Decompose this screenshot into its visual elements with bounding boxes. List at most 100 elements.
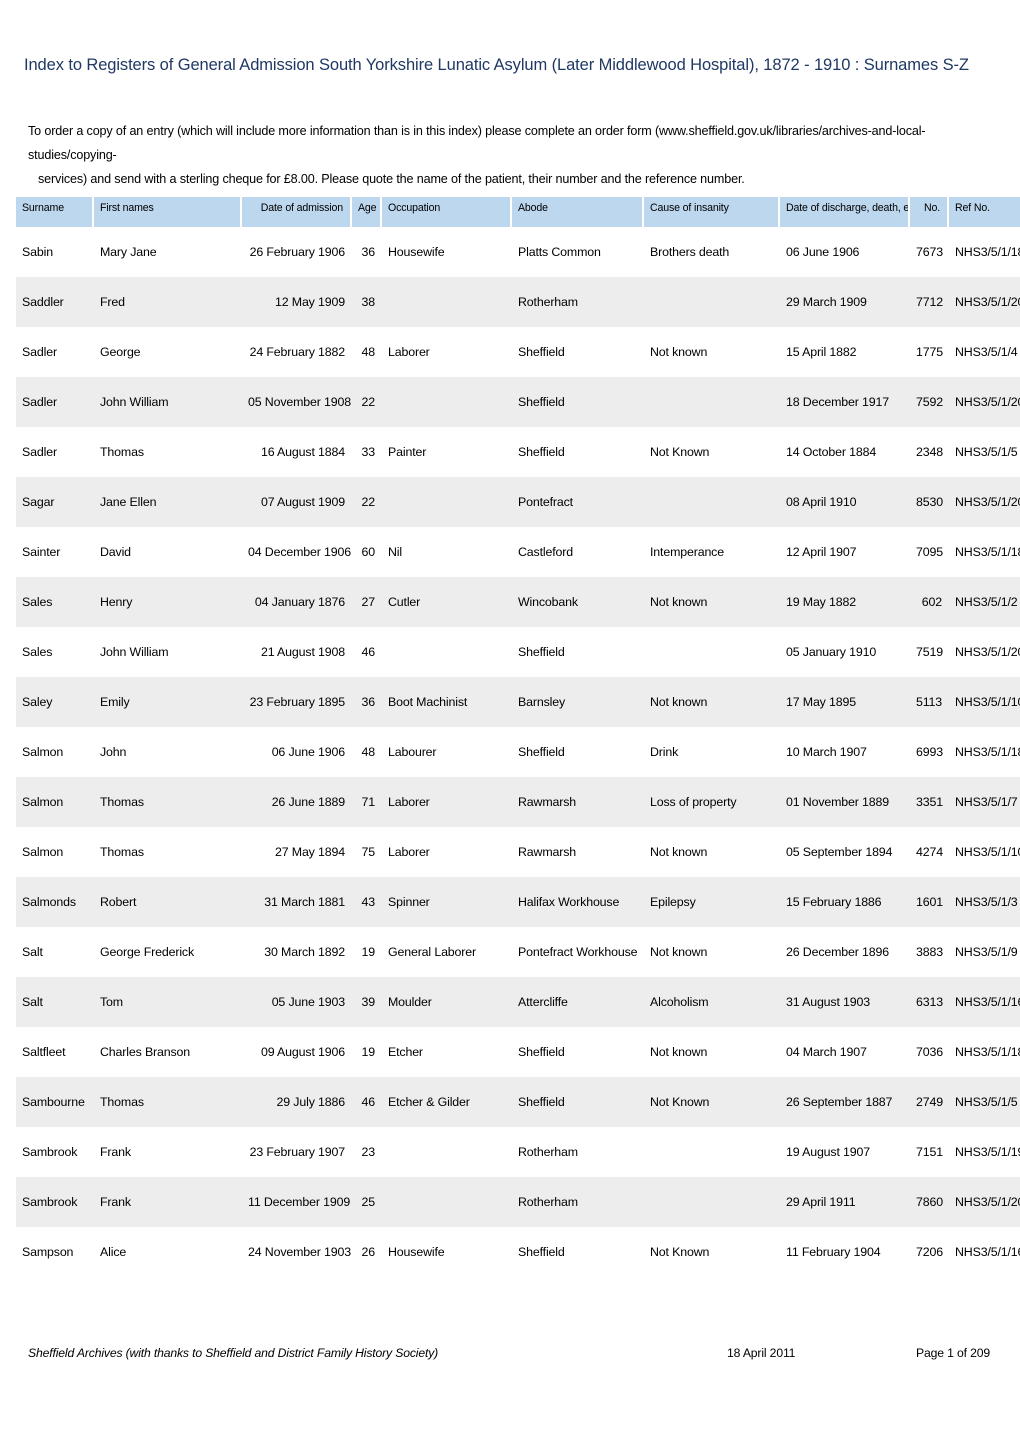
cell-surname: Sampson <box>22 1245 74 1259</box>
cell-abode: Halifax Workhouse <box>518 895 620 909</box>
cell-occ <box>382 627 512 677</box>
cell-surname: Salt <box>22 945 43 959</box>
cell-abode: Rotherham <box>518 1145 578 1159</box>
table-row: Sambourne Thomas 29 July 1886 46 Etcher & Gi… <box>16 1077 1020 1127</box>
table-row: Salmon John 06 June 1906 48 Labourer Sheffiel… <box>16 727 1020 777</box>
cell-no: 4274 <box>916 845 943 859</box>
cell-first: Charles Branson <box>100 1045 191 1059</box>
cell-cause: Alcoholism <box>650 995 709 1009</box>
cell-age: 71 <box>361 795 376 809</box>
cell-age: 46 <box>361 1095 376 1109</box>
cell-ref: NHS3/5/1/19 <box>955 1145 1020 1159</box>
cell-age: 26 <box>361 1245 376 1259</box>
cell-dateadm: 07 August 1909 <box>260 495 345 509</box>
cell-first: John William <box>100 645 169 659</box>
cell-first: Frank <box>100 1145 131 1159</box>
cell-dateadm: 29 July 1886 <box>276 1095 346 1109</box>
intro-paragraph: To order a copy of an entry (which will … <box>28 119 968 191</box>
cell-first: Tom <box>100 995 123 1009</box>
cell-ref: NHS3/5/1/5 <box>955 445 1018 459</box>
cell-datedis: 29 April 1911 <box>786 1195 856 1209</box>
column-header-age: Age <box>352 197 382 227</box>
column-header-cause-of-insanity: Cause of insanity <box>644 197 780 227</box>
cell-surname: Sagar <box>22 495 55 509</box>
cell-occ: Etcher <box>388 1045 423 1059</box>
cell-surname: Sambrook <box>22 1195 78 1209</box>
index-table: Surname First names Date of admission Ag… <box>16 197 1020 1277</box>
table-row: Saltfleet Charles Branson 09 August 1906 19… <box>16 1027 1020 1077</box>
cell-surname: Salmon <box>22 745 64 759</box>
cell-cause: Intemperance <box>650 545 724 559</box>
cell-datedis: 26 September 1887 <box>786 1095 893 1109</box>
cell-surname: Saddler <box>22 295 64 309</box>
cell-occ: Moulder <box>388 995 432 1009</box>
table-row: Sadler George 24 February 1882 48 Laborer She… <box>16 327 1020 377</box>
table-header-row: Surname First names Date of admission Ag… <box>16 197 1020 227</box>
cell-ref: NHS3/5/1/9 <box>955 945 1018 959</box>
cell-abode: Rawmarsh <box>518 845 577 859</box>
cell-surname: Saley <box>22 695 53 709</box>
cell-occ: Laborer <box>388 345 430 359</box>
cell-ref: NHS3/5/1/2 <box>955 595 1018 609</box>
cell-cause <box>644 1127 780 1177</box>
cell-dateadm: 06 June 1906 <box>271 745 345 759</box>
cell-cause <box>644 477 780 527</box>
table-row: Sampson Alice 24 November 1903 26 Housewife S… <box>16 1227 1020 1277</box>
cell-age: 23 <box>361 1145 376 1159</box>
cell-surname: Sabin <box>22 245 53 259</box>
table-row: Sagar Jane Ellen 07 August 1909 22 Pontefrac… <box>16 477 1020 527</box>
cell-dateadm: 23 February 1895 <box>249 695 346 709</box>
cell-cause: Loss of property <box>650 795 737 809</box>
cell-occ: Spinner <box>388 895 430 909</box>
cell-datedis: 15 April 1882 <box>786 345 857 359</box>
cell-cause: Not known <box>650 845 708 859</box>
cell-surname: Sambourne <box>22 1095 85 1109</box>
cell-datedis: 18 December 1917 <box>786 395 889 409</box>
column-header-no: No. <box>910 197 949 227</box>
cell-surname: Sadler <box>22 395 57 409</box>
column-header-ref-no: Ref No. <box>949 197 1020 227</box>
cell-no: 2749 <box>916 1095 943 1109</box>
cell-dateadm: 04 December 1906 <box>248 545 351 559</box>
cell-datedis: 29 March 1909 <box>786 295 867 309</box>
cell-abode: Sheffield <box>518 1095 565 1109</box>
cell-ref: NHS3/5/1/20 <box>955 645 1020 659</box>
cell-occ: Labourer <box>388 745 437 759</box>
table-row: Sambrook Frank 23 February 1907 23 Rotherham… <box>16 1127 1020 1177</box>
cell-first: Henry <box>100 595 133 609</box>
cell-abode: Rotherham <box>518 1195 578 1209</box>
cell-ref: NHS3/5/1/20 <box>955 1195 1020 1209</box>
cell-occ: Housewife <box>388 245 445 259</box>
cell-ref: NHS3/5/1/10 <box>955 695 1020 709</box>
table-row: Salmon Thomas 26 June 1889 71 Laborer Rawmars… <box>16 777 1020 827</box>
cell-age: 38 <box>361 295 376 309</box>
cell-datedis: 10 March 1907 <box>786 745 867 759</box>
cell-datedis: 08 April 1910 <box>786 495 857 509</box>
cell-first: David <box>100 545 131 559</box>
cell-dateadm: 09 August 1906 <box>260 1045 345 1059</box>
cell-age: 36 <box>361 695 376 709</box>
cell-first: George Frederick <box>100 945 195 959</box>
cell-age: 19 <box>361 1045 376 1059</box>
cell-datedis: 17 May 1895 <box>786 695 856 709</box>
cell-no: 7592 <box>916 395 943 409</box>
cell-datedis: 19 May 1882 <box>786 595 856 609</box>
table-row: Salmonds Robert 31 March 1881 43 Spinner Hali… <box>16 877 1020 927</box>
cell-datedis: 14 October 1884 <box>786 445 877 459</box>
cell-datedis: 04 March 1907 <box>786 1045 867 1059</box>
cell-first: Jane Ellen <box>100 495 157 509</box>
cell-surname: Saltfleet <box>22 1045 66 1059</box>
cell-first: Mary Jane <box>100 245 157 259</box>
cell-first: John William <box>100 395 169 409</box>
cell-no: 7673 <box>916 245 943 259</box>
table-row: Sabin Mary Jane 26 February 1906 36 Housewif… <box>16 227 1020 277</box>
cell-datedis: 31 August 1903 <box>786 995 871 1009</box>
cell-datedis: 01 November 1889 <box>786 795 889 809</box>
table-row: Sadler John William 05 November 1908 22 Shef… <box>16 377 1020 427</box>
cell-cause <box>644 277 780 327</box>
table-row: Sadler Thomas 16 August 1884 33 Painter Sheff… <box>16 427 1020 477</box>
cell-abode: Attercliffe <box>518 995 568 1009</box>
cell-occ: Cutler <box>388 595 421 609</box>
cell-abode: Sheffield <box>518 445 565 459</box>
cell-ref: NHS3/5/1/16 <box>955 995 1020 1009</box>
